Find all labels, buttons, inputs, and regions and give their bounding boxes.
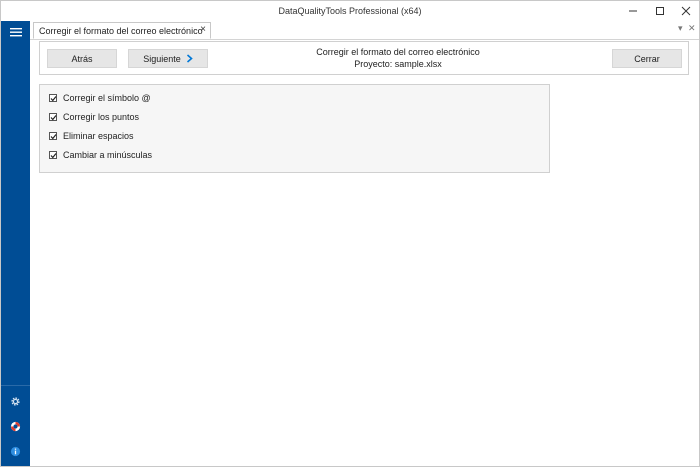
checkmark-icon (50, 153, 57, 159)
minimize-button[interactable] (618, 1, 648, 21)
chevron-right-icon (186, 54, 193, 63)
checkbox[interactable] (49, 113, 57, 121)
title-bar: DataQualityTools Professional (x64) (1, 1, 699, 21)
checkmark-icon (50, 134, 57, 140)
checkmark-icon (50, 96, 57, 102)
tab-strip-close-icon[interactable]: ✕ (688, 23, 696, 34)
option-remove-spaces[interactable]: Eliminar espacios (49, 130, 134, 142)
sidebar-bottom-group (1, 385, 30, 466)
tab-list-chevron-down-icon[interactable]: ▾ (678, 23, 683, 34)
wizard-heading: Corregir el formato del correo electróni… (240, 46, 556, 70)
close-icon (681, 6, 691, 16)
project-name: Proyecto: sample.xlsx (354, 59, 442, 69)
checkbox[interactable] (49, 151, 57, 159)
next-button-label: Siguiente (143, 53, 181, 64)
tab-close-icon[interactable]: × (200, 24, 206, 35)
checkbox[interactable] (49, 132, 57, 140)
checkbox[interactable] (49, 94, 57, 102)
lifebuoy-icon (10, 421, 20, 431)
menu-icon (9, 28, 22, 37)
tab-strip: Corregir el formato del correo electróni… (30, 21, 699, 40)
tab-label: Corregir el formato del correo electróni… (39, 26, 203, 36)
settings-button[interactable] (8, 394, 22, 408)
window-title: DataQualityTools Professional (x64) (278, 6, 422, 16)
next-button[interactable]: Siguiente (128, 49, 208, 68)
close-button[interactable]: Cerrar (612, 49, 682, 68)
help-button[interactable] (8, 419, 22, 433)
page-title: Corregir el formato del correo electróni… (316, 47, 480, 57)
window-close-button[interactable] (671, 1, 700, 21)
back-button-label: Atrás (71, 53, 93, 64)
option-fix-at-symbol[interactable]: Corregir el símbolo @ (49, 92, 151, 104)
back-button[interactable]: Atrás (47, 49, 117, 68)
info-icon (10, 446, 20, 456)
info-button[interactable] (8, 444, 22, 458)
minimize-icon (629, 10, 637, 12)
option-label: Corregir el símbolo @ (63, 93, 151, 103)
gear-icon (10, 396, 20, 406)
menu-button[interactable] (1, 21, 30, 43)
sidebar (1, 21, 30, 466)
option-label: Eliminar espacios (63, 131, 134, 141)
wizard-toolbar: Atrás Siguiente Corregir el formato del … (39, 41, 689, 75)
tab-email-format[interactable]: Corregir el formato del correo electróni… (33, 22, 211, 39)
app-window: DataQualityTools Professional (x64) Corr… (0, 0, 700, 467)
option-lowercase[interactable]: Cambiar a minúsculas (49, 149, 152, 161)
close-button-label: Cerrar (634, 53, 660, 64)
maximize-icon (656, 7, 664, 15)
options-panel: Corregir el símbolo @ Corregir los punto… (39, 84, 550, 173)
checkmark-icon (50, 115, 57, 121)
option-fix-dots[interactable]: Corregir los puntos (49, 111, 139, 123)
option-label: Cambiar a minúsculas (63, 150, 153, 160)
option-label: Corregir los puntos (63, 112, 140, 122)
